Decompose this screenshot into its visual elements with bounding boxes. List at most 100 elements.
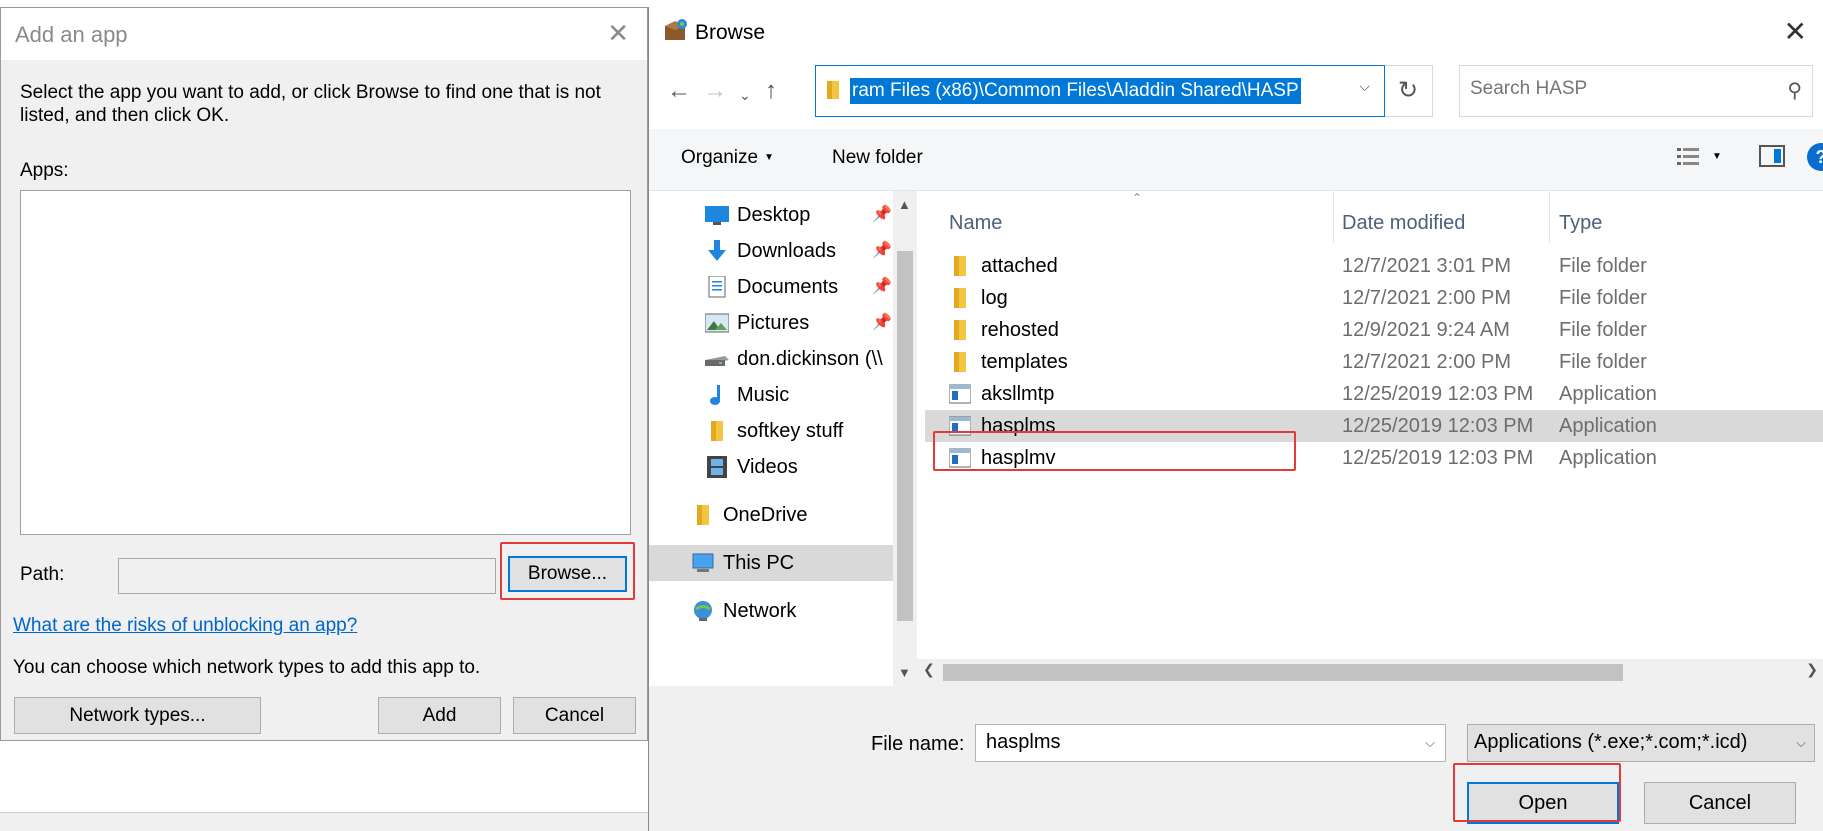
network-types-text: You can choose which network types to ad… <box>13 657 481 678</box>
forward-arrow-icon[interactable]: → <box>703 77 727 105</box>
path-label: Path: <box>20 564 65 585</box>
file-row-templates[interactable]: templates 12/7/2021 2:00 PM File folder <box>925 346 1823 378</box>
file-type-value: Applications (*.exe;*.com;*.icd) <box>1474 731 1748 753</box>
address-path[interactable]: ram Files (x86)\Common Files\Aladdin Sha… <box>850 78 1301 104</box>
file-name: log <box>981 287 1008 309</box>
file-type-select[interactable]: Applications (*.exe;*.com;*.icd) ⌵ <box>1467 724 1815 762</box>
cancel-button[interactable]: Cancel <box>1644 782 1796 824</box>
pin-icon[interactable]: 📌 <box>872 233 892 269</box>
scrollbar-thumb[interactable] <box>943 664 1623 681</box>
organize-label: Organize <box>681 147 759 168</box>
caret-down-icon[interactable]: ▼ <box>1712 151 1722 162</box>
file-type: Application <box>1559 383 1657 405</box>
add-app-instructions: Select the app you want to add, or click… <box>20 82 601 126</box>
nav-item-label: Videos <box>737 456 798 478</box>
browse-dialog: Browse ✕ ← → ⌄ ↑ ram Files (x86)\Common … <box>648 7 1823 831</box>
folder-icon <box>954 288 966 308</box>
file-date: 12/9/2021 9:24 AM <box>1342 319 1510 341</box>
nav-item-label: This PC <box>723 552 795 574</box>
folder-icon <box>954 256 966 276</box>
search-box[interactable]: ⚲ <box>1459 65 1813 117</box>
add-app-titlebar: Add an app ✕ <box>1 8 647 60</box>
close-icon[interactable]: ✕ <box>1784 15 1807 48</box>
file-type: File folder <box>1559 351 1647 373</box>
scroll-left-icon[interactable]: ❮ <box>923 661 935 678</box>
apps-list[interactable] <box>20 190 631 535</box>
up-arrow-icon[interactable]: ↑ <box>765 77 777 105</box>
scrollbar-thumb[interactable] <box>897 251 913 621</box>
address-bar[interactable]: ram Files (x86)\Common Files\Aladdin Sha… <box>815 65 1385 117</box>
recent-locations-chevron-icon[interactable]: ⌄ <box>739 87 751 104</box>
file-row-attached[interactable]: attached 12/7/2021 3:01 PM File folder <box>925 250 1823 282</box>
file-row-log[interactable]: log 12/7/2021 2:00 PM File folder <box>925 282 1823 314</box>
file-type: File folder <box>1559 255 1647 277</box>
nav-item-label: Pictures <box>737 312 810 334</box>
add-app-title: Add an app <box>15 22 128 47</box>
scroll-down-icon[interactable]: ▼ <box>898 665 911 680</box>
column-header-date-modified[interactable]: Date modified <box>1342 203 1465 243</box>
folder-icon <box>711 421 723 441</box>
background-window-strip <box>0 812 648 831</box>
caret-down-icon: ▼ <box>764 152 775 164</box>
scroll-up-icon[interactable]: ▲ <box>898 197 911 212</box>
computer-icon <box>692 553 714 572</box>
file-date: 12/25/2019 12:03 PM <box>1342 415 1534 437</box>
hasplms-highlight <box>933 431 1296 471</box>
help-icon[interactable]: ? <box>1807 143 1823 171</box>
pin-icon[interactable]: 📌 <box>872 197 892 233</box>
file-type: File folder <box>1559 319 1647 341</box>
organize-menu[interactable]: Organize ▼ <box>681 147 774 169</box>
desktop-icon <box>705 206 729 225</box>
browse-button[interactable]: Browse... <box>508 556 627 592</box>
add-app-dialog: Add an app ✕ Select the app you want to … <box>0 7 648 741</box>
nav-item-this-pc[interactable]: This PC <box>649 545 893 581</box>
music-icon <box>710 385 720 405</box>
refresh-button[interactable]: ↻ <box>1385 65 1433 117</box>
sort-ascending-icon: ⌃ <box>1132 191 1143 205</box>
file-date: 12/7/2021 3:01 PM <box>1342 255 1512 277</box>
apps-label: Apps: <box>20 160 69 181</box>
file-date: 12/25/2019 12:03 PM <box>1342 447 1534 469</box>
new-folder-button[interactable]: New folder <box>832 147 923 169</box>
chevron-down-icon[interactable]: ⌵ <box>1425 735 1435 751</box>
nav-item-label: Documents <box>737 276 839 298</box>
file-date: 12/25/2019 12:03 PM <box>1342 383 1534 405</box>
file-date: 12/7/2021 2:00 PM <box>1342 351 1512 373</box>
network-types-button[interactable]: Network types... <box>14 697 261 734</box>
navigation-pane[interactable]: Desktop 📌 Downloads 📌 Documents 📌 Pictur… <box>649 191 893 686</box>
nav-item-label: Network <box>723 600 797 622</box>
file-row-aksllmtp[interactable]: aksllmtp 12/25/2019 12:03 PM Application <box>925 378 1823 410</box>
chevron-down-icon[interactable]: ⌵ <box>1796 735 1806 751</box>
chevron-down-icon[interactable]: ⌵ <box>1359 78 1370 95</box>
file-name: attached <box>981 255 1058 277</box>
file-type: Application <box>1559 447 1657 469</box>
scroll-right-icon[interactable]: ❯ <box>1806 661 1818 678</box>
navigation-pane-scrollbar[interactable]: ▲ ▼ <box>893 191 917 686</box>
browse-footer: File name: hasplms ⌵ Applications (*.exe… <box>649 686 1823 831</box>
cancel-button[interactable]: Cancel <box>513 697 636 734</box>
column-divider[interactable] <box>1333 191 1334 243</box>
preview-pane-icon[interactable] <box>1759 145 1785 167</box>
file-type: File folder <box>1559 287 1647 309</box>
search-input[interactable] <box>1470 78 1760 100</box>
unblocking-risks-link[interactable]: What are the risks of unblocking an app? <box>13 615 357 637</box>
view-options-icon[interactable] <box>1677 147 1699 167</box>
column-header-type[interactable]: Type <box>1559 203 1602 243</box>
column-header-name[interactable]: Name <box>949 203 1002 243</box>
videos-icon <box>707 456 727 478</box>
folder-icon <box>954 352 966 372</box>
file-date: 12/7/2021 2:00 PM <box>1342 287 1512 309</box>
file-list-horizontal-scrollbar[interactable]: ❮ ❯ <box>917 659 1823 686</box>
file-name-input[interactable]: hasplms <box>986 731 1060 754</box>
pin-icon[interactable]: 📌 <box>872 305 892 341</box>
file-row-rehosted[interactable]: rehosted 12/9/2021 9:24 AM File folder <box>925 314 1823 346</box>
close-icon[interactable]: ✕ <box>607 18 629 49</box>
add-button[interactable]: Add <box>378 697 501 734</box>
column-divider[interactable] <box>1549 191 1550 243</box>
pin-icon[interactable]: 📌 <box>872 269 892 305</box>
file-name-combobox[interactable]: hasplms ⌵ <box>975 724 1446 762</box>
documents-icon <box>708 276 726 298</box>
back-arrow-icon[interactable]: ← <box>667 77 691 105</box>
search-icon[interactable]: ⚲ <box>1787 78 1802 103</box>
path-input[interactable] <box>118 558 496 594</box>
